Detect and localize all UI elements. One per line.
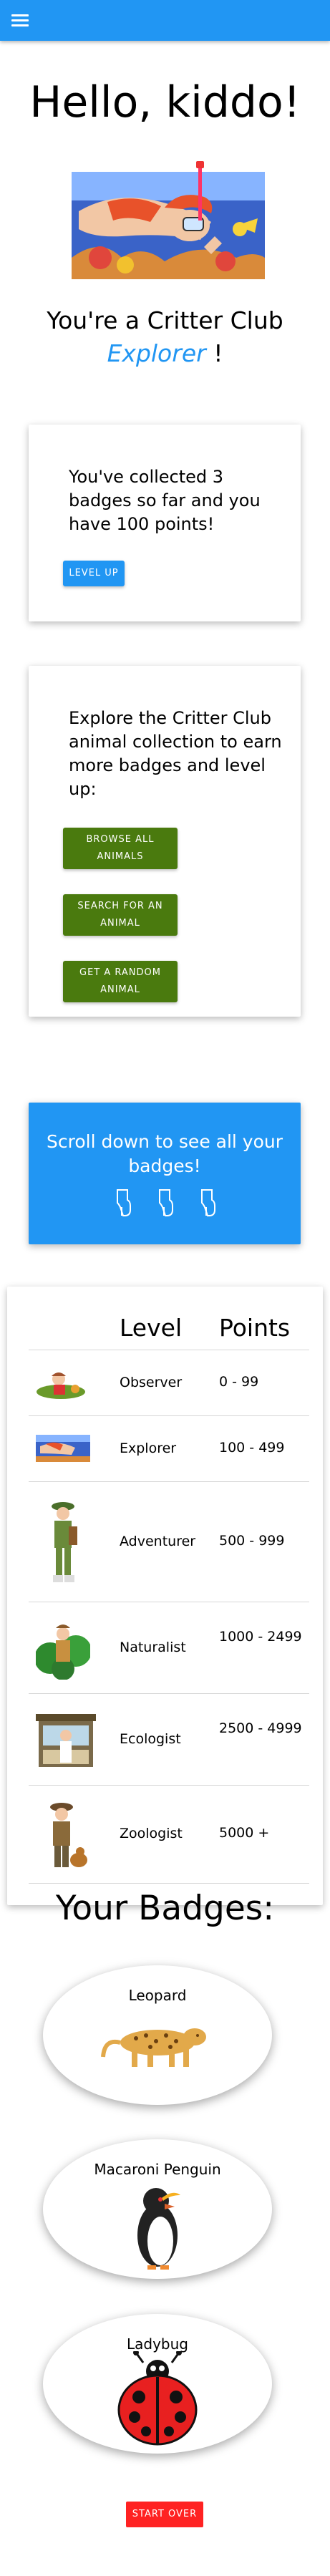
table-row: Naturalist 1000 - 2499 xyxy=(29,1602,309,1694)
rank-suffix: ! xyxy=(213,339,223,367)
explore-card: Explore the Critter Club animal collecti… xyxy=(29,666,301,1017)
badge-ladybug[interactable]: Ladybug xyxy=(43,2314,272,2454)
pointing-down-hand-icon xyxy=(116,1189,131,1216)
table-row: Explorer 100 - 499 xyxy=(29,1415,309,1482)
progress-card: You've collected 3 badges so far and you… xyxy=(29,425,301,621)
leopard-illustration xyxy=(101,2028,206,2067)
hamburger-menu-icon[interactable] xyxy=(11,14,29,27)
naturalist-illustration xyxy=(36,1624,90,1680)
table-row: Ecologist 2500 - 4999 xyxy=(29,1693,309,1786)
level-points: 5000 + xyxy=(219,1825,270,1841)
ladybug-illustration xyxy=(117,2351,198,2446)
zoologist-illustration xyxy=(50,1803,87,1867)
pointing-down-hand-icon xyxy=(201,1189,216,1216)
level-name: Ecologist xyxy=(120,1731,181,1747)
level-points: 1000 - 2499 xyxy=(219,1629,302,1645)
level-name: Adventurer xyxy=(120,1534,196,1549)
table-row: Observer 0 - 99 xyxy=(29,1350,309,1416)
badge-name: Macaroni Penguin xyxy=(94,2161,221,2178)
level-points: 500 - 999 xyxy=(219,1533,285,1549)
badges-heading: Your Badges: xyxy=(55,1889,275,1928)
level-points: 2500 - 4999 xyxy=(219,1720,302,1736)
random-animal-label: GET A RANDOM ANIMAL xyxy=(79,967,161,995)
random-animal-button[interactable]: GET A RANDOM ANIMAL xyxy=(63,961,178,1002)
observer-illustration xyxy=(37,1372,85,1399)
macaroni-penguin-illustration xyxy=(137,2188,180,2270)
top-app-bar xyxy=(0,0,330,41)
progress-text: You've collected 3 badges so far and you… xyxy=(69,467,261,534)
browse-all-animals-label: BROWSE ALL ANIMALS xyxy=(86,834,155,862)
search-for-animal-label: SEARCH FOR AN ANIMAL xyxy=(77,901,163,929)
level-name: Zoologist xyxy=(120,1826,183,1841)
explorer-illustration xyxy=(36,1435,90,1462)
points-column-header: Points xyxy=(219,1314,291,1342)
level-column-header: Level xyxy=(120,1314,183,1342)
pointing-down-hand-icon xyxy=(159,1189,173,1216)
start-over-button[interactable]: START OVER xyxy=(126,2502,203,2527)
badge-leopard[interactable]: Leopard xyxy=(43,1965,272,2105)
adventurer-illustration xyxy=(52,1502,77,1582)
level-points: 0 - 99 xyxy=(219,1374,259,1390)
table-row: Zoologist 5000 + xyxy=(29,1785,309,1884)
level-points: 100 - 499 xyxy=(219,1440,285,1456)
level-name: Naturalist xyxy=(120,1640,186,1655)
level-name: Observer xyxy=(120,1375,183,1390)
badge-name: Leopard xyxy=(128,1987,187,2004)
scroll-hint-card: Scroll down to see all your badges! xyxy=(29,1103,301,1244)
search-for-animal-button[interactable]: SEARCH FOR AN ANIMAL xyxy=(63,894,178,936)
rank-statement: You're a Critter Club Explorer ! xyxy=(0,304,330,370)
browse-all-animals-button[interactable]: BROWSE ALL ANIMALS xyxy=(63,828,178,869)
snorkel-kid-illustration xyxy=(72,161,265,279)
level-name: Explorer xyxy=(120,1440,177,1456)
rank-prefix: You're a Critter Club xyxy=(47,306,283,334)
levels-table: Level Points Observer 0 - 99 Explorer 10… xyxy=(7,1287,323,1905)
scroll-hint-text: Scroll down to see all your badges! xyxy=(46,1131,283,1176)
greeting-heading: Hello, kiddo! xyxy=(29,77,301,127)
level-up-button[interactable]: LEVEL UP xyxy=(63,561,125,586)
table-row: Adventurer 500 - 999 xyxy=(29,1481,309,1602)
badge-macaroni-penguin[interactable]: Macaroni Penguin xyxy=(43,2139,272,2279)
explore-text: Explore the Critter Club animal collecti… xyxy=(69,708,282,799)
badge-name: Ladybug xyxy=(127,2335,188,2353)
ecologist-illustration xyxy=(36,1714,96,1767)
rank-level: Explorer xyxy=(107,339,206,367)
